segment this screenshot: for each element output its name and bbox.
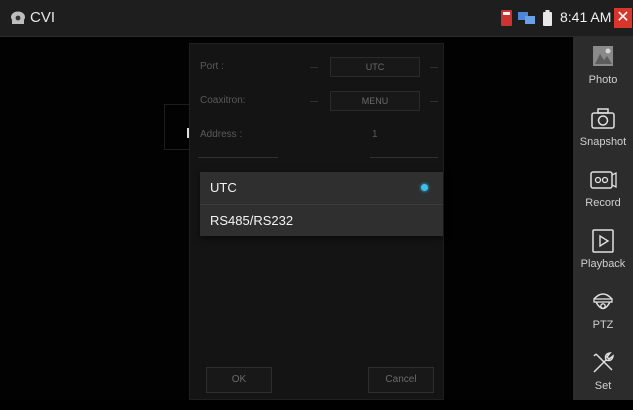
divider <box>430 101 438 102</box>
sidebar-item-ptz[interactable]: PTZ <box>573 287 633 349</box>
divider <box>310 101 318 102</box>
sidebar-item-snapshot[interactable]: Snapshot <box>573 104 633 166</box>
cancel-button[interactable]: Cancel <box>368 367 434 393</box>
address-value[interactable]: 1 <box>372 129 378 140</box>
port-options-popup: UTC RS485/RS232 <box>200 172 443 236</box>
ptz-camera-icon <box>593 293 613 310</box>
battery-icon <box>543 10 552 26</box>
address-label: Address : <box>200 129 243 140</box>
clock: 8:41 AM <box>560 9 612 25</box>
coaxitron-label: Coaxitron: <box>200 95 246 106</box>
divider <box>430 67 438 68</box>
selected-radio-icon <box>421 184 428 191</box>
ghost-frame <box>164 104 191 150</box>
photo-icon <box>593 46 613 66</box>
coaxitron-select[interactable]: MENU <box>330 91 420 111</box>
network-icon <box>518 12 535 24</box>
playback-icon <box>592 229 614 253</box>
port-label: Port : <box>200 61 224 72</box>
sidebar-label: Playback <box>580 258 626 270</box>
sidebar-label: Record <box>585 197 621 209</box>
sidebar-label: PTZ <box>592 319 614 331</box>
status-bar: CVI 8:41 AM ✕ <box>0 0 633 37</box>
sidebar-item-playback[interactable]: Playback <box>573 226 633 288</box>
sidebar-label: Set <box>594 380 612 392</box>
divider <box>370 157 438 158</box>
option-label: UTC <box>210 180 237 195</box>
toolbar-sidebar: Photo Snapshot Record Playback PTZ Set <box>573 37 633 400</box>
sidebar-label: Photo <box>588 74 618 86</box>
option-label: RS485/RS232 <box>210 213 294 228</box>
sd-card-icon <box>501 10 512 26</box>
wrench-icon <box>593 351 615 373</box>
divider <box>310 67 318 68</box>
record-icon <box>590 171 617 189</box>
app-title: CVI <box>30 9 56 26</box>
port-select[interactable]: UTC <box>330 57 420 77</box>
sidebar-item-photo[interactable]: Photo <box>573 42 633 104</box>
sidebar-item-record[interactable]: Record <box>573 165 633 227</box>
divider <box>198 157 278 158</box>
ok-button[interactable]: OK <box>206 367 272 393</box>
camera-icon <box>591 108 615 129</box>
option-rs485-rs232[interactable]: RS485/RS232 <box>200 205 443 237</box>
sidebar-label: Snapshot <box>579 136 627 148</box>
close-button[interactable]: ✕ <box>614 8 632 28</box>
option-utc[interactable]: UTC <box>200 172 443 204</box>
sidebar-item-set[interactable]: Set <box>573 348 633 410</box>
camera-app-icon <box>11 11 25 24</box>
